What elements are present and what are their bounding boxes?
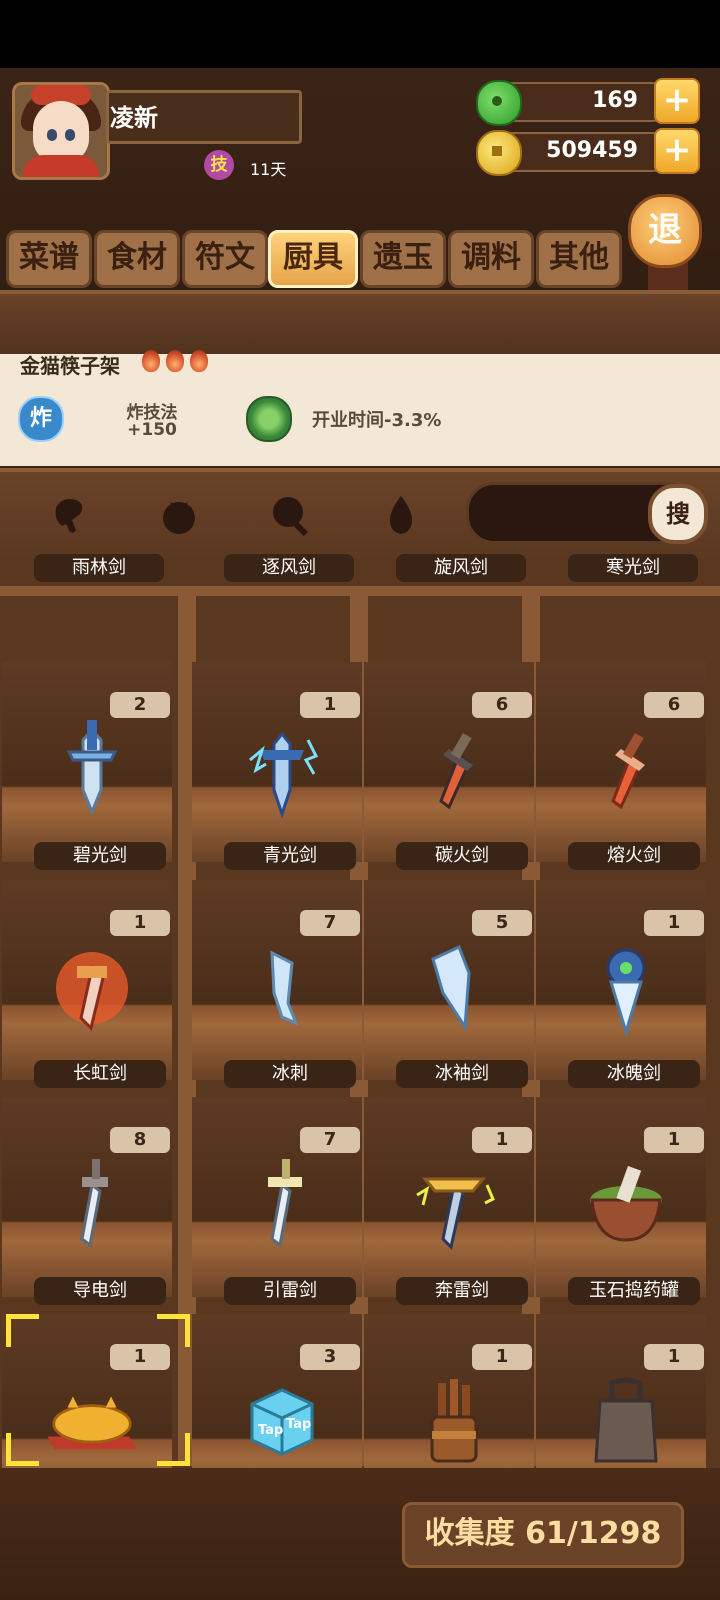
item-count: 1 <box>644 1344 704 1370</box>
item-label: 引雷剑 <box>224 1277 356 1305</box>
player-name: 凌新 <box>110 104 158 132</box>
item-label: 冰袖剑 <box>396 1060 528 1088</box>
fire-icon <box>166 350 184 372</box>
item-count: 6 <box>644 692 704 718</box>
skill-value: +150 <box>127 420 177 440</box>
selected-item-name: 金猫筷子架 <box>20 354 120 378</box>
fire-dagger-icon <box>404 720 504 820</box>
item-count: 1 <box>300 692 360 718</box>
fire-icon <box>142 350 160 372</box>
item-grid: 雨林剑 逐风剑 旋风剑 寒光剑 2 碧光剑 1 青光剑 6 碳火剑 6 熔火剑 1 长虹剑 7 冰刺 5 冰袖剑 1… <box>0 554 720 1558</box>
tab-kitchenware[interactable]: 厨具 <box>268 230 358 288</box>
selection-corner <box>6 1433 39 1466</box>
avatar-eye-right <box>65 129 75 141</box>
item-label: 熔火剑 <box>568 842 700 870</box>
item-label: 冰魄剑 <box>568 1060 700 1088</box>
item-count: 1 <box>110 910 170 936</box>
tomato-icon[interactable] <box>156 492 202 538</box>
short-sword-icon <box>42 1155 142 1255</box>
tab-relic-jade[interactable]: 遗玉 <box>360 230 446 288</box>
pan-icon[interactable] <box>268 492 314 538</box>
item-count: 6 <box>472 692 532 718</box>
tab-ingredients[interactable]: 食材 <box>94 230 180 288</box>
item-count: 1 <box>472 1127 532 1153</box>
ice-blade-icon <box>404 938 504 1038</box>
ice-orb-sword-icon <box>576 938 676 1038</box>
item-count: 1 <box>472 1344 532 1370</box>
item-label: 青光剑 <box>224 842 356 870</box>
item-count: 1 <box>644 910 704 936</box>
item-label: 冰刺 <box>224 1060 356 1088</box>
item-count: 7 <box>300 910 360 936</box>
fire-icon[interactable] <box>378 492 424 538</box>
top-row-label: 寒光剑 <box>568 554 698 582</box>
header: 凌新 技 11天 169 + 509459 + 退 菜谱 食材 符文 厨具 遗玉… <box>0 68 720 362</box>
lava-dagger-icon <box>576 720 676 820</box>
add-coins-button[interactable]: + <box>654 128 700 174</box>
item-label: 玉石捣药罐 <box>568 1277 700 1305</box>
item-count: 2 <box>110 692 170 718</box>
avatar-eye-left <box>47 129 57 141</box>
fire-icon <box>190 350 208 372</box>
tab-runes[interactable]: 符文 <box>182 230 268 288</box>
coin-value: 509459 <box>546 138 638 163</box>
flame-sword-icon <box>42 938 142 1038</box>
add-jade-button[interactable]: + <box>654 78 700 124</box>
item-count: 5 <box>472 910 532 936</box>
tab-seasoning[interactable]: 调料 <box>448 230 534 288</box>
search-button[interactable]: 搜 <box>648 484 708 544</box>
svg-text:Tap: Tap <box>258 1423 283 1438</box>
avatar-body <box>23 155 99 177</box>
top-row-label: 旋风剑 <box>396 554 526 582</box>
item-count: 1 <box>644 1127 704 1153</box>
app-root: 凌新 技 11天 169 + 509459 + 退 菜谱 食材 符文 厨具 遗玉… <box>0 68 720 1600</box>
shelf-ledge <box>0 586 720 596</box>
effect-text: 开业时间-3.3% <box>312 410 442 431</box>
avatar[interactable] <box>12 82 110 180</box>
selection-corner <box>157 1433 190 1466</box>
selection-frame <box>6 1314 190 1466</box>
lightning-sword-icon <box>232 720 332 820</box>
bamboo-sticks-icon <box>404 1372 504 1472</box>
golden-thunder-sword-icon <box>404 1155 504 1255</box>
ice-shard-icon <box>232 938 332 1038</box>
thunder-sword-icon <box>232 1155 332 1255</box>
sword-icon <box>42 720 142 820</box>
jade-icon <box>476 80 522 126</box>
tab-recipes[interactable]: 菜谱 <box>6 230 92 288</box>
jade-value: 169 <box>592 88 638 113</box>
item-count: 8 <box>110 1127 170 1153</box>
mortar-icon <box>576 1155 676 1255</box>
exit-button[interactable]: 退 <box>628 194 702 268</box>
meat-icon[interactable] <box>50 492 96 538</box>
item-count: 3 <box>300 1344 360 1370</box>
item-label: 碧光剑 <box>34 842 166 870</box>
svg-text:Tap: Tap <box>286 1417 311 1432</box>
item-label: 导电剑 <box>34 1277 166 1305</box>
selection-corner <box>6 1314 39 1347</box>
avatar-face <box>33 101 89 163</box>
cube-icon: Tap Tap <box>232 1372 332 1472</box>
apron-icon <box>576 1372 676 1472</box>
item-label: 长虹剑 <box>34 1060 166 1088</box>
skill-icon: 技 <box>204 150 234 180</box>
item-label: 碳火剑 <box>396 842 528 870</box>
item-count: 7 <box>300 1127 360 1153</box>
skill-days: 11天 <box>250 160 287 179</box>
fry-skill-icon: 炸 <box>18 396 64 442</box>
clock-icon <box>246 396 292 442</box>
coin-icon <box>476 130 522 176</box>
selection-corner <box>157 1314 190 1347</box>
top-row-label: 雨林剑 <box>34 554 164 582</box>
item-label: 奔雷剑 <box>396 1277 528 1305</box>
top-row-label: 逐风剑 <box>224 554 354 582</box>
collection-progress: 收集度 61/1298 <box>402 1502 684 1568</box>
tab-other[interactable]: 其他 <box>536 230 622 288</box>
